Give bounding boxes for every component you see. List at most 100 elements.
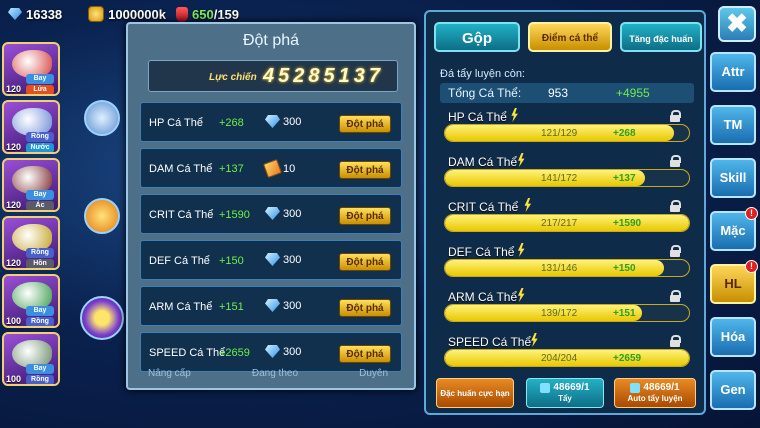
nav-hóa[interactable]: Hóa xyxy=(710,317,756,357)
wash-stone-icon xyxy=(540,382,551,393)
breakthrough-button[interactable]: Đột phá xyxy=(339,115,391,133)
stat-progress-bar: 204/204 +2659 xyxy=(444,349,690,367)
nav-attr[interactable]: Attr xyxy=(710,52,756,92)
stat-name: DEF Cá Thể xyxy=(149,255,210,267)
potion-icon xyxy=(176,6,188,22)
cost-value: 300 xyxy=(283,207,302,220)
pet-level: 120 xyxy=(6,142,22,152)
tab-individual-points[interactable]: Điểm cá thể xyxy=(528,22,612,52)
wash-label: Tẩy xyxy=(558,394,572,403)
stat-progress-text: 217/217 xyxy=(541,218,578,229)
diamond-icon xyxy=(265,115,280,128)
gem-value: 16338 xyxy=(26,6,63,22)
cost: 300 xyxy=(265,207,301,220)
gem-counter: 16338 xyxy=(8,7,62,22)
nav-upgrade[interactable]: Nâng cấp xyxy=(148,368,191,390)
lock-icon[interactable] xyxy=(670,245,681,257)
nav-mặc[interactable]: Mặc! xyxy=(710,207,758,251)
type-badge: Nước xyxy=(26,143,54,152)
pet-card[interactable]: Rồng Nước 120 xyxy=(2,100,60,154)
stat-bonus: +268 xyxy=(613,128,636,139)
stat-name: SPEED Cá Thể xyxy=(149,347,226,359)
lock-icon[interactable] xyxy=(670,335,681,347)
breakthrough-button[interactable]: Đột phá xyxy=(339,253,391,271)
stat-bonus: +268 xyxy=(219,117,244,129)
type-badge: Rồng xyxy=(26,375,54,384)
element-wheel-icon[interactable] xyxy=(80,296,124,340)
special-training-button[interactable]: Đặc huấn cực hạn xyxy=(436,378,514,408)
lock-icon[interactable] xyxy=(670,200,681,212)
pet-card[interactable]: Bay Lửa 120 xyxy=(2,42,60,96)
pet-level: 100 xyxy=(6,316,22,326)
cost-value: 300 xyxy=(283,345,302,358)
type-badge: Rồng xyxy=(26,317,54,326)
stat-name: ARM Cá Thể xyxy=(149,301,213,313)
gem-icon xyxy=(8,8,22,20)
stat-row: DAM Cá Thể 141/172 +137 xyxy=(440,153,694,197)
stat-name: HP Cá Thể xyxy=(448,110,507,124)
diamond-icon xyxy=(265,207,280,220)
type-badge: Rồng xyxy=(26,248,54,258)
lightning-icon xyxy=(518,153,525,167)
breakthrough-row: DAM Cá Thể +137 10 Đột phá xyxy=(140,148,402,188)
cost: 300 xyxy=(265,299,301,312)
nav-skill[interactable]: Skill xyxy=(710,158,756,198)
auto-wash-button[interactable]: 48669/1 Auto tẩy luyện xyxy=(614,378,696,408)
lock-icon[interactable] xyxy=(670,155,681,167)
tab-special-training[interactable]: Tăng đặc huấn xyxy=(620,22,702,52)
tab-merge[interactable]: Gộp xyxy=(434,22,520,52)
breakthrough-button[interactable]: Đột phá xyxy=(339,345,391,363)
stat-row: ARM Cá Thể 139/172 +151 xyxy=(440,288,694,332)
stat-progress-text: 139/172 xyxy=(541,308,578,319)
stat-row: DEF Cá Thể 131/146 +150 xyxy=(440,243,694,287)
breakthrough-button[interactable]: Đột phá xyxy=(339,207,391,225)
stat-name: DEF Cá Thể xyxy=(448,245,515,259)
nav-following[interactable]: Đang theo xyxy=(252,368,298,390)
nav-tm[interactable]: TM xyxy=(710,105,756,145)
breakthrough-row: HP Cá Thể +268 300 Đột phá xyxy=(140,102,402,142)
pet-egg-icon[interactable] xyxy=(84,100,120,136)
lightning-icon xyxy=(524,198,532,212)
nav-bond[interactable]: Duyên xyxy=(359,368,388,390)
nav-gen[interactable]: Gen xyxy=(710,370,756,410)
pet-card[interactable]: Rồng Hồn 120 xyxy=(2,216,60,270)
stat-bonus: +150 xyxy=(613,263,636,274)
stat-bonus: +2659 xyxy=(219,347,250,359)
stat-progress-bar: 131/146 +150 xyxy=(444,259,690,277)
pet-level: 120 xyxy=(6,84,22,94)
lightning-icon xyxy=(511,108,518,122)
lock-icon[interactable] xyxy=(670,290,681,302)
total-stats-row: Tổng Cá Thể: 953 +4955 xyxy=(440,83,694,103)
pet-card[interactable]: Bay Rồng 100 xyxy=(2,332,60,386)
lock-icon[interactable] xyxy=(670,110,681,122)
breakthrough-row: SPEED Cá Thể +2659 300 Đột phá xyxy=(140,332,402,372)
auto-wash-label: Auto tẩy luyện xyxy=(627,394,683,403)
pet-card[interactable]: Bay Ác 120 xyxy=(2,158,60,212)
breakthrough-button[interactable]: Đột phá xyxy=(339,161,391,179)
stat-progress-text: 121/129 xyxy=(541,128,578,139)
breakthrough-button[interactable]: Đột phá xyxy=(339,299,391,317)
type-badge: Hồn xyxy=(26,259,54,268)
stat-progress-bar: 139/172 +151 xyxy=(444,304,690,322)
stat-row: SPEED Cá Thể 204/204 +2659 xyxy=(440,333,694,377)
remaining-stones-label: Đá tẩy luyện còn: xyxy=(440,68,525,80)
bottom-nav: Nâng cấp Đang theo Duyên xyxy=(148,368,388,390)
auto-wash-count: 48669/1 xyxy=(643,382,680,393)
stamina-current: 650 xyxy=(192,6,214,22)
cost-value: 300 xyxy=(283,299,302,312)
type-badge: Bay xyxy=(26,190,54,200)
stat-name: DAM Cá Thể xyxy=(448,155,518,169)
close-button[interactable]: ✖ xyxy=(718,6,756,42)
type-badge: Lửa xyxy=(26,85,54,94)
wash-button[interactable]: 48669/1 Tẩy xyxy=(526,378,604,408)
stat-row: HP Cá Thể 121/129 +268 xyxy=(440,108,694,152)
wash-stone-icon xyxy=(630,382,641,393)
stat-name: ARM Cá Thể xyxy=(448,290,518,304)
breakthrough-row: CRIT Cá Thể +1590 300 Đột phá xyxy=(140,194,402,234)
cost-value: 300 xyxy=(283,253,302,266)
pet-level: 120 xyxy=(6,200,22,210)
pet-card[interactable]: Bay Rồng 100 xyxy=(2,274,60,328)
nav-hl[interactable]: HL! xyxy=(710,260,758,304)
bag-icon[interactable] xyxy=(84,198,120,234)
stat-progress-bar: 121/129 +268 xyxy=(444,124,690,142)
